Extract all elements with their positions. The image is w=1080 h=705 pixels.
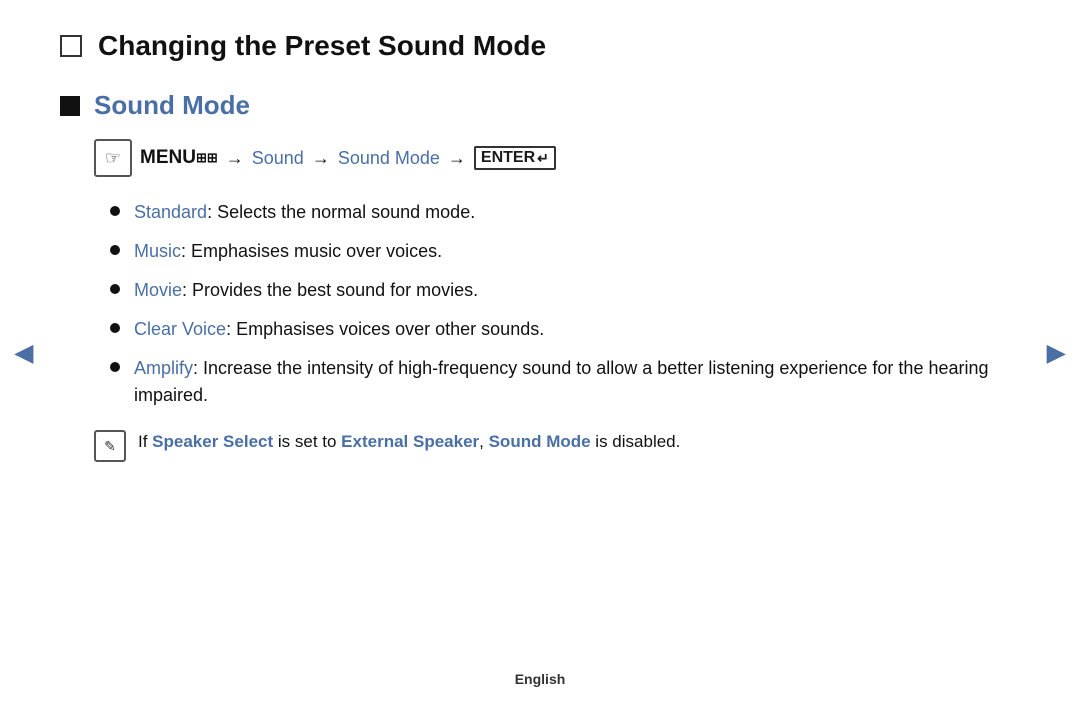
list-item-1-text: Standard: Selects the normal sound mode.: [134, 199, 475, 226]
clear-voice-label: Clear Voice: [134, 319, 226, 339]
finger-symbol: ☞: [105, 148, 121, 169]
list-item: Standard: Selects the normal sound mode.: [110, 199, 1000, 226]
enter-arrow-icon: ↵: [537, 150, 549, 167]
external-speaker-label: External Speaker: [341, 432, 479, 451]
section-heading: Sound Mode: [60, 90, 1000, 121]
bullet-dot-1: [110, 206, 120, 216]
bullet-dot-4: [110, 323, 120, 333]
footer: English: [515, 671, 566, 687]
note-suffix: is disabled.: [591, 432, 681, 451]
menu-label: MENU⊞⊞: [140, 147, 218, 169]
arrow-2: →: [312, 148, 330, 169]
standard-label: Standard: [134, 202, 207, 222]
standard-text: : Selects the normal sound mode.: [207, 202, 475, 222]
bullet-list: Standard: Selects the normal sound mode.…: [110, 199, 1000, 409]
note-middle: is set to: [273, 432, 341, 451]
main-title-section: Changing the Preset Sound Mode: [60, 30, 1000, 62]
enter-icon: ENTER↵: [474, 146, 556, 170]
music-label: Music: [134, 241, 181, 261]
bullet-dot-3: [110, 284, 120, 294]
note-text: If Speaker Select is set to External Spe…: [138, 429, 680, 455]
movie-label: Movie: [134, 280, 182, 300]
bullet-dot-5: [110, 362, 120, 372]
pencil-symbol: ✎: [104, 436, 116, 457]
arrow-1: →: [226, 148, 244, 169]
bullet-dot-2: [110, 245, 120, 255]
list-item: Amplify: Increase the intensity of high-…: [110, 355, 1000, 409]
sound-mode-link: Sound Mode: [338, 148, 440, 169]
list-item: Music: Emphasises music over voices.: [110, 238, 1000, 265]
movie-text: : Provides the best sound for movies.: [182, 280, 478, 300]
amplify-text: : Increase the intensity of high-frequen…: [134, 358, 989, 405]
list-item: Clear Voice: Emphasises voices over othe…: [110, 316, 1000, 343]
amplify-label: Amplify: [134, 358, 193, 378]
checkbox-icon: [60, 35, 82, 57]
black-square-icon: [60, 96, 80, 116]
page-container: Changing the Preset Sound Mode Sound Mod…: [0, 0, 1080, 492]
note-line: ✎ If Speaker Select is set to External S…: [94, 429, 1000, 462]
menu-icon: ☞: [94, 139, 132, 177]
note-prefix: If: [138, 432, 152, 451]
list-item-3-text: Movie: Provides the best sound for movie…: [134, 277, 478, 304]
note-comma: ,: [479, 432, 488, 451]
list-item-5-text: Amplify: Increase the intensity of high-…: [134, 355, 1000, 409]
arrow-3: →: [448, 148, 466, 169]
clear-voice-text: : Emphasises voices over other sounds.: [226, 319, 544, 339]
section-title: Sound Mode: [94, 90, 250, 121]
footer-text: English: [515, 671, 566, 687]
enter-label: ENTER: [481, 149, 535, 167]
list-item: Movie: Provides the best sound for movie…: [110, 277, 1000, 304]
music-text: : Emphasises music over voices.: [181, 241, 442, 261]
note-icon: ✎: [94, 430, 126, 462]
list-item-4-text: Clear Voice: Emphasises voices over othe…: [134, 316, 544, 343]
menu-path: ☞ MENU⊞⊞ → Sound → Sound Mode → ENTER↵: [94, 139, 1000, 177]
main-title-text: Changing the Preset Sound Mode: [98, 30, 546, 62]
list-item-2-text: Music: Emphasises music over voices.: [134, 238, 442, 265]
speaker-select-label: Speaker Select: [152, 432, 273, 451]
sound-link: Sound: [252, 148, 304, 169]
note-sound-mode-label: Sound Mode: [489, 432, 591, 451]
